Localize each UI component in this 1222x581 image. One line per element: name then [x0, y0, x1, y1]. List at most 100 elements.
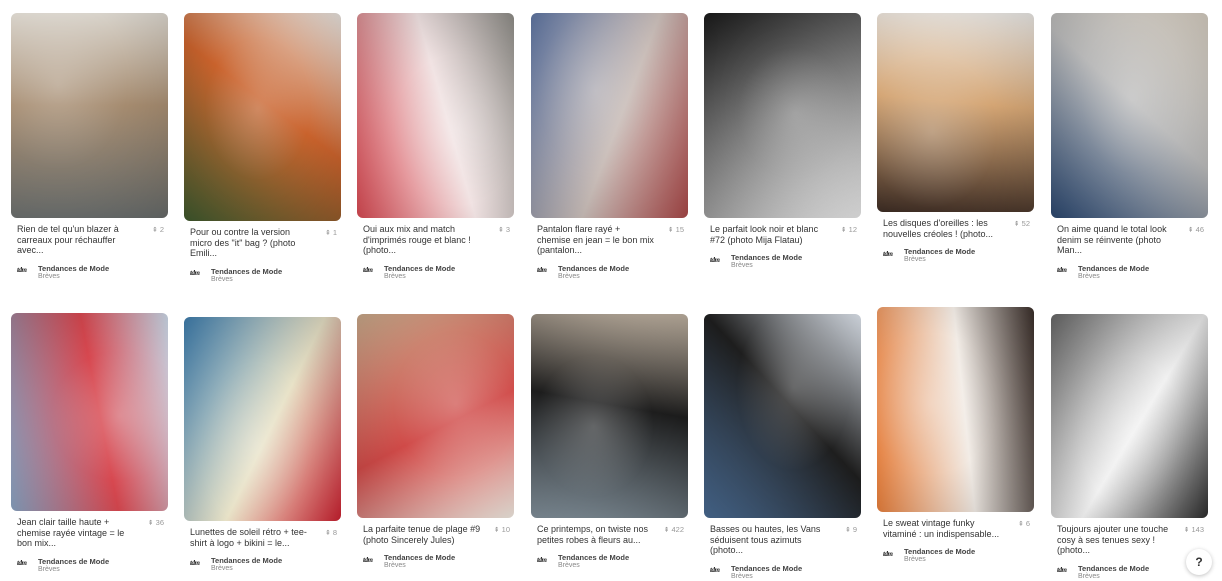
board-text: Tendances de Mode Brèves	[384, 264, 455, 281]
pin-description[interactable]: Le parfait look noir et blanc #72 (photo…	[710, 224, 828, 245]
repin-count: ⇞ 46	[1188, 225, 1204, 234]
pin-meta: Le parfait look noir et blanc #72 (photo…	[704, 224, 861, 270]
pin-icon: ⇞	[493, 527, 500, 534]
pin-description[interactable]: Les disques d'oreilles : les nouvelles c…	[883, 218, 1001, 239]
pin-card[interactable]: Oui aux mix and match d'imprimés rouge e…	[357, 13, 514, 281]
board-attribution[interactable]: tdm Tendances de Mode Brèves	[363, 553, 508, 570]
pin-description[interactable]: Oui aux mix and match d'imprimés rouge e…	[363, 224, 481, 256]
pin-icon: ⇞	[840, 227, 847, 234]
pin-description[interactable]: La parfaite tenue de plage #9 (photo Sin…	[363, 524, 481, 545]
board-attribution[interactable]: tdm Tendances de Mode Brèves	[363, 264, 508, 281]
pin-meta: Oui aux mix and match d'imprimés rouge e…	[357, 224, 514, 281]
board-name[interactable]: Tendances de Mode	[384, 264, 455, 273]
board-logo: tdm	[710, 255, 720, 264]
repin-count: ⇞ 8	[325, 528, 337, 537]
repin-count: ⇞ 143	[1184, 525, 1204, 534]
board-attribution[interactable]: tdm Tendances de Mode Brèves	[1057, 564, 1202, 581]
pin-image[interactable]	[1051, 314, 1208, 518]
pin-card[interactable]: Lunettes de soleil rétro + tee-shirt à l…	[184, 317, 341, 573]
board-name[interactable]: Tendances de Mode	[38, 557, 109, 566]
pin-image[interactable]	[11, 313, 168, 511]
pin-description[interactable]: Lunettes de soleil rétro + tee-shirt à l…	[190, 527, 308, 548]
pin-card[interactable]: Pour ou contre la version micro des "it"…	[184, 13, 341, 284]
pin-image[interactable]	[184, 317, 341, 521]
board-name[interactable]: Tendances de Mode	[38, 264, 109, 273]
pin-image[interactable]	[11, 13, 168, 218]
pin-card[interactable]: Jean clair taille haute + chemise rayée …	[11, 313, 168, 574]
pin-icon: ⇞	[663, 527, 670, 534]
pin-card[interactable]: Pantalon flare rayé + chemise en jean = …	[531, 13, 688, 281]
pin-card[interactable]: La parfaite tenue de plage #9 (photo Sin…	[357, 314, 514, 570]
pin-image[interactable]	[531, 13, 688, 218]
help-button[interactable]: ?	[1186, 549, 1212, 575]
pin-image[interactable]	[704, 314, 861, 518]
pin-description[interactable]: On aime quand le total look denim se réi…	[1057, 224, 1175, 256]
board-name[interactable]: Tendances de Mode	[904, 547, 975, 556]
repin-count-value: 46	[1195, 225, 1204, 234]
pin-card[interactable]: Toujours ajouter une touche cosy à ses t…	[1051, 314, 1208, 581]
board-attribution[interactable]: tdm Tendances de Mode Brèves	[537, 264, 682, 281]
pin-image[interactable]	[184, 13, 341, 221]
board-name[interactable]: Tendances de Mode	[904, 247, 975, 256]
board-attribution[interactable]: tdm Tendances de Mode Brèves	[1057, 264, 1202, 281]
board-attribution[interactable]: tdm Tendances de Mode Brèves	[17, 264, 162, 281]
pin-image[interactable]	[877, 13, 1034, 212]
board-section: Brèves	[38, 272, 60, 280]
pin-description[interactable]: Le sweat vintage funky vitaminé : un ind…	[883, 518, 1001, 539]
pin-grid: Rien de tel qu'un blazer à carreaux pour…	[0, 0, 1222, 581]
pin-image[interactable]	[704, 13, 861, 218]
pin-image[interactable]	[877, 307, 1034, 512]
board-name[interactable]: Tendances de Mode	[211, 556, 282, 565]
pin-meta: Le sweat vintage funky vitaminé : un ind…	[877, 518, 1034, 564]
pin-image[interactable]	[1051, 13, 1208, 218]
pin-description[interactable]: Basses ou hautes, les Vans séduisent tou…	[710, 524, 828, 556]
board-name[interactable]: Tendances de Mode	[731, 564, 802, 573]
board-logo: tdm	[1057, 566, 1067, 574]
repin-count: ⇞ 3	[498, 225, 510, 234]
board-section: Brèves	[904, 256, 926, 263]
pin-card[interactable]: Les disques d'oreilles : les nouvelles c…	[877, 13, 1034, 264]
board-name[interactable]: Tendances de Mode	[731, 253, 802, 262]
pin-image[interactable]	[357, 13, 514, 218]
pin-description[interactable]: Jean clair taille haute + chemise rayée …	[17, 517, 135, 549]
pin-description[interactable]: Pour ou contre la version micro des "it"…	[190, 227, 308, 259]
board-attribution[interactable]: tdm Tendances de Mode Brèves	[537, 553, 682, 570]
board-name[interactable]: Tendances de Mode	[1078, 564, 1149, 573]
pin-card[interactable]: Ce printemps, on twiste nos petites robe…	[531, 314, 688, 570]
board-attribution[interactable]: tdm Tendances de Mode Brèves	[883, 547, 1028, 564]
pin-description[interactable]: Rien de tel qu'un blazer à carreaux pour…	[17, 224, 135, 256]
pin-card[interactable]: Basses ou hautes, les Vans séduisent tou…	[704, 314, 861, 581]
board-name[interactable]: Tendances de Mode	[558, 264, 629, 273]
repin-count-value: 6	[1025, 519, 1030, 528]
pin-description[interactable]: Ce printemps, on twiste nos petites robe…	[537, 524, 655, 545]
board-text: Tendances de Mode Brèves	[731, 253, 802, 270]
pin-icon: ⇞	[497, 227, 504, 234]
pin-description[interactable]: Pantalon flare rayé + chemise en jean = …	[537, 224, 655, 256]
pin-card[interactable]: On aime quand le total look denim se réi…	[1051, 13, 1208, 281]
board-attribution[interactable]: tdm Tendances de Mode Brèves	[190, 556, 335, 573]
board-text: Tendances de Mode Brèves	[904, 547, 975, 564]
repin-count: ⇞ 10	[494, 525, 510, 534]
board-section: Brèves	[904, 556, 926, 563]
pin-image[interactable]	[357, 314, 514, 518]
pin-description[interactable]: Toujours ajouter une touche cosy à ses t…	[1057, 524, 1175, 556]
board-logo: tdm	[17, 266, 27, 274]
board-attribution[interactable]: tdm Tendances de Mode Brèves	[17, 557, 162, 574]
board-section: Brèves	[1078, 272, 1100, 280]
board-attribution[interactable]: tdm Tendances de Mode Brèves	[710, 564, 855, 581]
repin-count-value: 1	[332, 228, 337, 237]
board-name[interactable]: Tendances de Mode	[211, 267, 282, 276]
pin-meta: La parfaite tenue de plage #9 (photo Sin…	[357, 524, 514, 570]
repin-count: ⇞ 422	[664, 525, 684, 534]
board-attribution[interactable]: tdm Tendances de Mode Brèves	[883, 247, 1028, 264]
pin-card[interactable]: Rien de tel qu'un blazer à carreaux pour…	[11, 13, 168, 281]
board-attribution[interactable]: tdm Tendances de Mode Brèves	[190, 267, 335, 284]
board-attribution[interactable]: tdm Tendances de Mode Brèves	[710, 253, 855, 270]
pin-card[interactable]: Le sweat vintage funky vitaminé : un ind…	[877, 307, 1034, 564]
board-name[interactable]: Tendances de Mode	[384, 553, 455, 562]
pin-card[interactable]: Le parfait look noir et blanc #72 (photo…	[704, 13, 861, 270]
board-name[interactable]: Tendances de Mode	[1078, 264, 1149, 273]
pin-icon: ⇞	[147, 520, 154, 527]
pin-image[interactable]	[531, 314, 688, 518]
board-name[interactable]: Tendances de Mode	[558, 553, 629, 562]
